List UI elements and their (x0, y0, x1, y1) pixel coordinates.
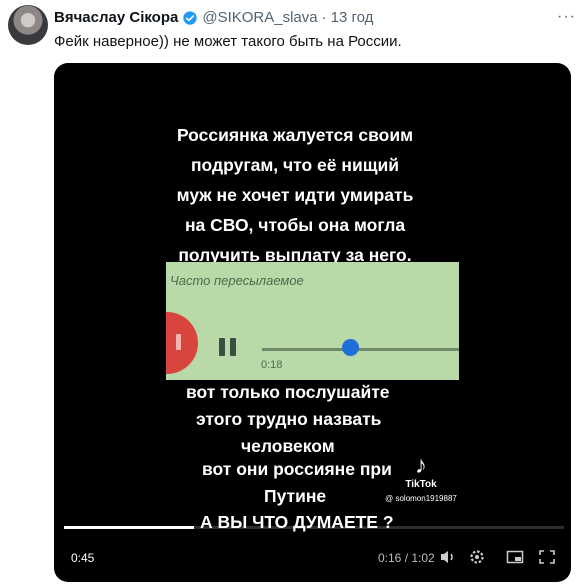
caption-line: подругам, что её нищий (190, 155, 399, 175)
caption-line: А ВЫ ЧТО ДУМАЕТЕ ? (200, 512, 394, 532)
caption-line: вот они россияне при (202, 459, 392, 479)
caption-line: на СВО, чтобы она могла (184, 215, 406, 235)
video-progress-fill (64, 526, 194, 529)
avatar[interactable] (8, 5, 48, 45)
forwarded-label: Часто пересылаемое (170, 273, 304, 288)
video-player[interactable]: Россиянка жалуется своим подругам, что е… (54, 63, 571, 582)
volume-icon[interactable] (439, 549, 457, 565)
tiktok-brand: TikTok (405, 479, 437, 490)
verified-badge-icon (183, 10, 198, 25)
caption-line: человеком (241, 436, 335, 456)
pause-icon (219, 338, 239, 356)
audio-progress-knob (342, 339, 359, 356)
tiktok-watermark: ♪ TikTok @ solomon1919887 (376, 452, 466, 504)
audio-message-panel: Часто пересылаемое 0:18 (166, 262, 459, 380)
caption-line: Путине (264, 486, 327, 506)
record-icon (166, 312, 198, 374)
settings-icon[interactable] (468, 549, 486, 565)
more-options-icon[interactable]: ··· (557, 8, 576, 26)
player-time: 0:16 / 1:02 (378, 551, 435, 565)
caption-line: этого трудно назвать (196, 409, 382, 429)
post-time[interactable]: 13 год (331, 9, 374, 26)
fullscreen-icon[interactable] (538, 549, 556, 565)
video-caption-top: Россиянка жалуется своим подругам, что е… (54, 120, 536, 270)
tiktok-username: @ solomon1919887 (385, 494, 457, 503)
audio-track (262, 348, 459, 351)
caption-line: Россиянка жалуется своим (176, 125, 414, 145)
caption-line: вот только послушайте (186, 382, 390, 402)
tweet-header: Вячаслау Сікора @SIKORA_slava · 13 год (54, 9, 373, 26)
tweet-text: Фейк наверное)) не может такого быть на … (54, 33, 402, 50)
separator-dot: · (321, 9, 327, 26)
tiktok-logo-icon: ♪ (415, 452, 427, 479)
elapsed-time: 0:45 (71, 551, 95, 565)
caption-line: муж не хочет идти умирать (176, 185, 414, 205)
picture-in-picture-icon[interactable] (506, 549, 524, 565)
video-progress-bar[interactable] (64, 526, 564, 529)
audio-time: 0:18 (261, 359, 283, 371)
author-handle[interactable]: @SIKORA_slava (202, 9, 317, 26)
author-name[interactable]: Вячаслау Сікора (54, 9, 178, 26)
